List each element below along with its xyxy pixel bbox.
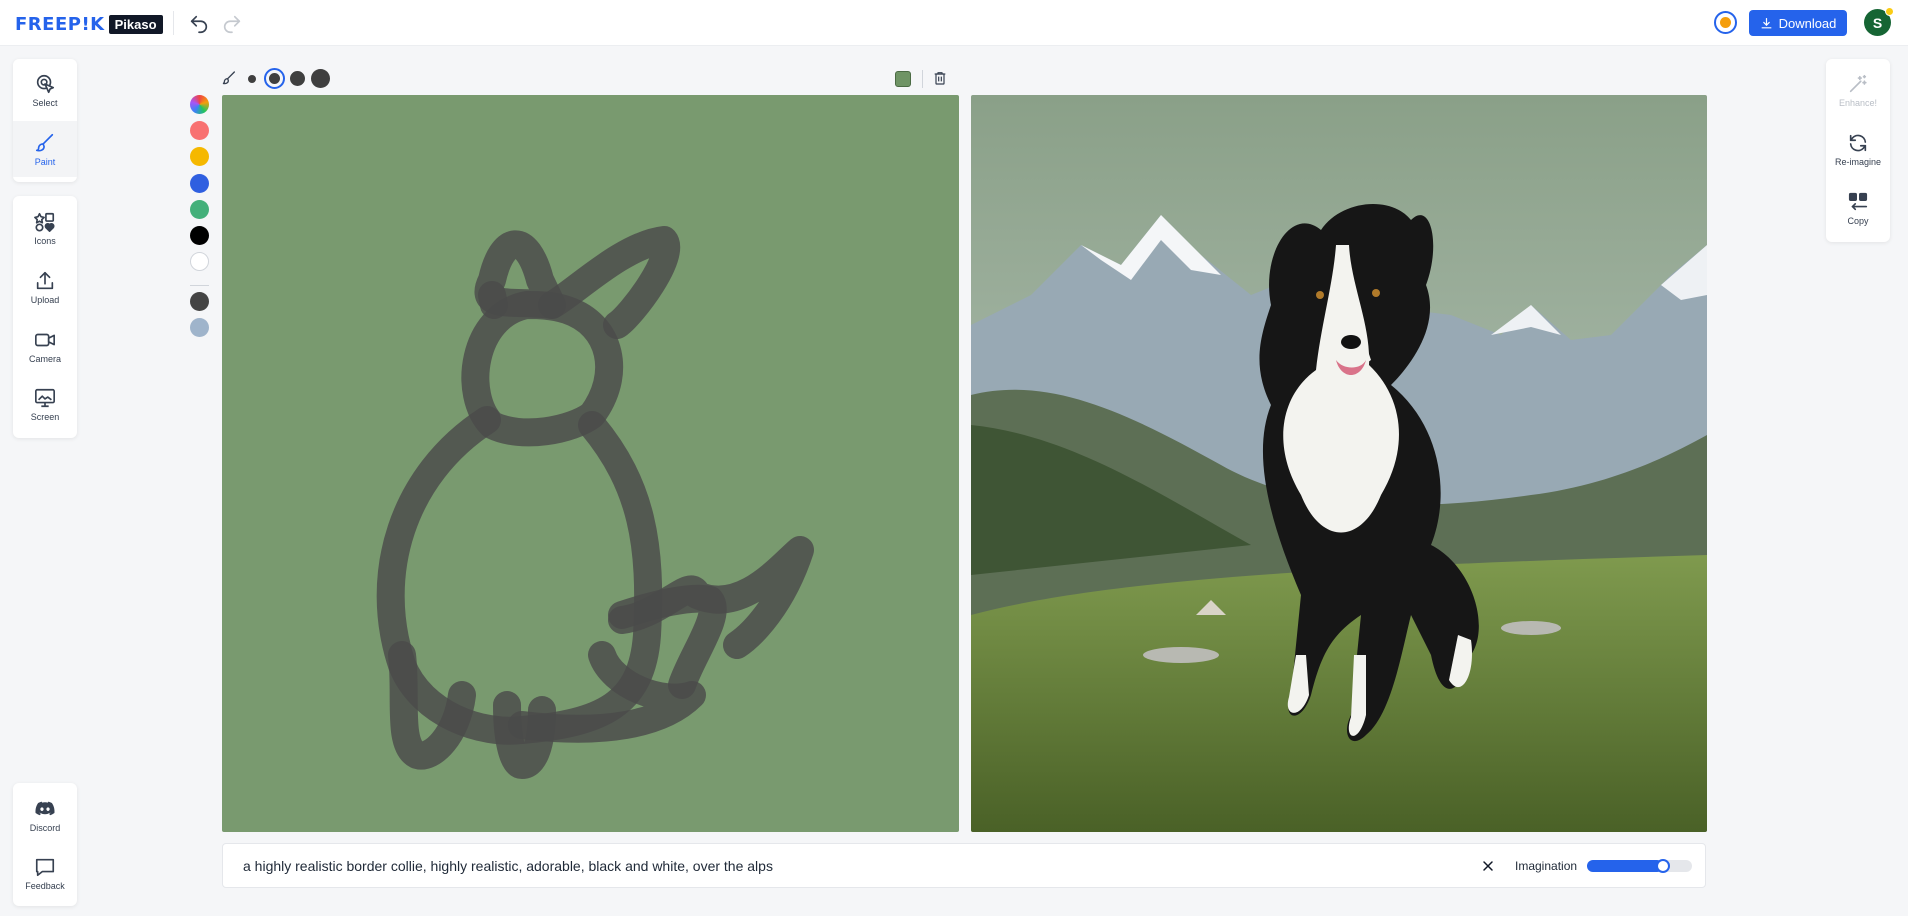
brush-size-xs[interactable] [248, 75, 256, 83]
divider [173, 11, 174, 35]
brush-size-sm[interactable] [269, 73, 280, 84]
credits-icon[interactable] [1714, 11, 1737, 34]
prompt-input[interactable]: a highly realistic border collie, highly… [243, 858, 773, 874]
shapes-icon [34, 212, 55, 232]
tool-label: Screen [30, 411, 60, 422]
imagination-slider[interactable] [1587, 859, 1692, 873]
upload-icon [36, 271, 54, 289]
tool-select[interactable]: Select [13, 62, 77, 118]
swatch-rainbow[interactable] [190, 95, 209, 114]
tool-panel-right: Enhance! Re-imagine Copy [1826, 59, 1890, 242]
tool-label: Discord [29, 822, 61, 833]
tool-label: Paint [34, 156, 56, 167]
tool-copy[interactable]: Copy [1826, 180, 1890, 236]
tool-screen[interactable]: Screen [13, 376, 77, 432]
camera-icon [35, 333, 55, 346]
product-badge: Pikaso [108, 15, 163, 34]
tool-label: Copy [1847, 215, 1869, 226]
imagination-slider-knob[interactable] [1655, 859, 1670, 873]
refresh-icon [1849, 134, 1867, 151]
tool-discord[interactable]: Discord [13, 787, 77, 843]
sketch-drawing [376, 226, 814, 779]
sketch-canvas[interactable] [222, 95, 959, 832]
brush-size-md[interactable] [290, 71, 305, 86]
toolbar-divider [922, 70, 923, 88]
generated-image[interactable] [971, 95, 1707, 832]
prompt-bar: a highly realistic border collie, highly… [222, 843, 1706, 888]
tool-camera[interactable]: Camera [13, 318, 77, 374]
copy-icon [1848, 192, 1868, 210]
tool-upload[interactable]: Upload [13, 259, 77, 315]
avatar-initial: S [1872, 14, 1883, 31]
swatch-recent-dark[interactable] [190, 292, 209, 311]
credits-coin [1720, 17, 1731, 28]
trash-icon[interactable] [932, 70, 948, 86]
magic-wand-icon [1849, 74, 1867, 92]
top-bar: FREEP!K Pikaso Download S [0, 0, 1908, 46]
tool-reimagine[interactable]: Re-imagine [1826, 121, 1890, 177]
swatch-white[interactable] [190, 252, 209, 271]
undo-icon[interactable] [188, 13, 210, 35]
premium-badge [1885, 7, 1894, 16]
tool-panel-primary: Select Paint [13, 59, 77, 182]
swatch-yellow[interactable] [190, 147, 209, 166]
brush-icon [35, 133, 54, 151]
logo-wordmark: FREEP!K [15, 14, 105, 35]
tool-label: Camera [28, 353, 61, 364]
tool-label: Feedback [25, 880, 65, 891]
discord-icon [35, 801, 55, 815]
redo-icon[interactable] [221, 13, 243, 35]
download-label: Download [1778, 15, 1837, 31]
swatch-green[interactable] [190, 200, 209, 219]
swatch-divider [190, 285, 209, 286]
tool-label: Upload [30, 294, 60, 305]
tool-label: Enhance! [1838, 97, 1878, 108]
tool-label: Icons [34, 235, 56, 246]
active-color-swatch[interactable] [895, 71, 911, 87]
brush-size-lg[interactable] [311, 69, 330, 88]
imagination-label: Imagination [1515, 859, 1578, 873]
clear-prompt-button[interactable] [1477, 855, 1499, 877]
swatch-red[interactable] [190, 121, 209, 140]
tool-enhance[interactable]: Enhance! [1826, 62, 1890, 118]
download-button[interactable]: Download [1749, 10, 1847, 36]
select-icon [36, 74, 55, 93]
swatch-blue[interactable] [190, 174, 209, 193]
tool-feedback[interactable]: Feedback [13, 845, 77, 901]
tool-panel-bottom: Discord Feedback [13, 783, 77, 906]
screen-icon [35, 388, 55, 407]
swatch-recent-blue[interactable] [190, 318, 209, 337]
tool-label: Select [32, 97, 58, 108]
generated-image-art [971, 95, 1707, 832]
avatar[interactable]: S [1864, 7, 1894, 36]
imagination-slider-fill [1587, 860, 1663, 872]
tool-label: Re-imagine [1834, 156, 1882, 167]
freepik-logo[interactable]: FREEP!K Pikaso [15, 14, 163, 35]
tool-icons[interactable]: Icons [13, 200, 77, 256]
tool-paint[interactable]: Paint [13, 121, 77, 177]
brush-tool-icon[interactable] [221, 70, 237, 86]
chat-icon [35, 858, 55, 876]
close-icon [1483, 861, 1493, 871]
tool-panel-inputs: Icons Upload Camera Screen [13, 196, 77, 438]
download-icon [1761, 17, 1772, 28]
swatch-black[interactable] [190, 226, 209, 245]
